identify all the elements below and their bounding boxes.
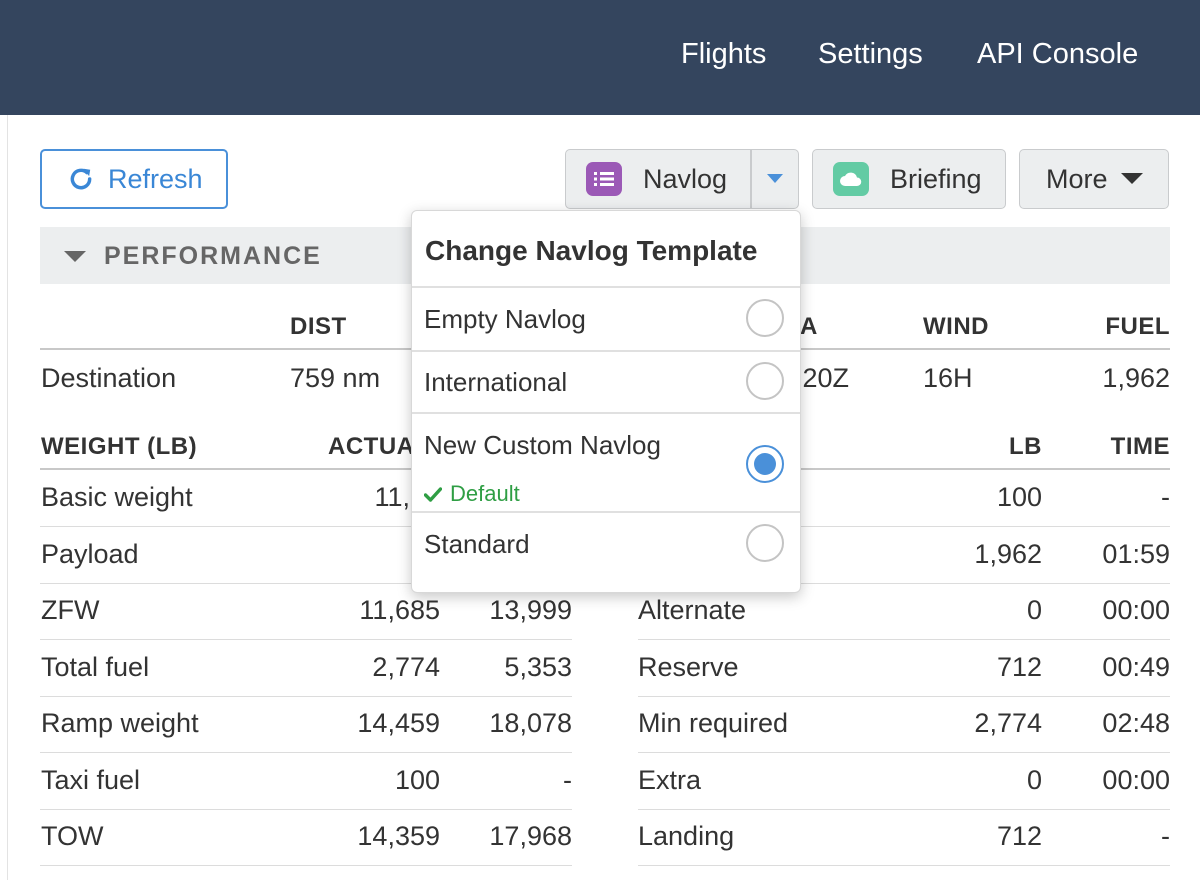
menu-title: Change Navlog Template bbox=[425, 235, 758, 266]
option-radio[interactable] bbox=[746, 524, 784, 562]
weight-row-label: TOW bbox=[41, 821, 104, 851]
check-icon bbox=[424, 486, 442, 502]
more-label: More bbox=[1046, 163, 1108, 194]
weight-row-col1: 14,459 bbox=[357, 708, 440, 738]
fuel-row-time: 01:59 bbox=[1102, 538, 1170, 569]
fuel-row-label: Extra bbox=[638, 764, 702, 795]
destination-fuel: 1,962 bbox=[1102, 363, 1170, 393]
row-divider bbox=[40, 752, 572, 753]
template-option-empty-navlog[interactable]: Empty Navlog bbox=[412, 288, 800, 350]
destination-label: Destination bbox=[41, 363, 177, 393]
weight-row-col2: 13,999 bbox=[489, 595, 572, 625]
list-icon bbox=[586, 162, 622, 196]
row-divider bbox=[40, 865, 572, 866]
option-radio-selected[interactable] bbox=[746, 445, 784, 483]
default-tag-label: Default bbox=[450, 481, 520, 506]
caret-down-icon bbox=[1120, 173, 1143, 184]
weight-row-col1: 14,359 bbox=[357, 821, 440, 851]
nav-flights-link[interactable]: Flights bbox=[681, 38, 766, 71]
fuel-row-time: 00:49 bbox=[1102, 651, 1170, 682]
weight-row-col1: 2,774 bbox=[372, 651, 440, 682]
row-divider bbox=[638, 695, 1170, 697]
fuel-row-label: Alternate bbox=[638, 595, 747, 625]
fuel-row-lb: 2,774 bbox=[974, 708, 1042, 738]
fuel-row-time: - bbox=[1161, 821, 1170, 851]
fuel-header-time: TIME bbox=[1110, 433, 1170, 460]
fuel-row-lb: 712 bbox=[996, 821, 1042, 851]
briefing-button[interactable]: Briefing bbox=[812, 149, 1006, 209]
fuel-row-time: 02:48 bbox=[1102, 708, 1170, 738]
weight-row-col2: 5,353 bbox=[504, 651, 572, 682]
option-radio[interactable] bbox=[746, 362, 784, 400]
briefing-label: Briefing bbox=[890, 163, 982, 194]
col-header-dist: DIST bbox=[290, 313, 347, 340]
performance-title: PERFORMANCE bbox=[104, 242, 322, 270]
weight-header-label: WEIGHT (LB) bbox=[41, 433, 198, 460]
fuel-row-time: 00:00 bbox=[1102, 764, 1170, 795]
row-divider bbox=[638, 808, 1170, 810]
weight-row-label: Payload bbox=[41, 538, 139, 569]
fuel-row-lb: 100 bbox=[996, 482, 1042, 512]
destination-eta: :20Z bbox=[795, 363, 850, 393]
row-divider bbox=[638, 639, 1170, 640]
navlog-button[interactable]: Navlog bbox=[565, 149, 751, 209]
row-divider bbox=[40, 639, 572, 640]
option-radio[interactable] bbox=[746, 299, 784, 337]
fuel-header-lb: LB bbox=[1009, 433, 1042, 460]
row-divider bbox=[638, 865, 1170, 866]
default-tag: Default bbox=[424, 481, 520, 507]
option-label: Standard bbox=[424, 529, 530, 559]
refresh-label: Refresh bbox=[108, 163, 203, 194]
destination-wind: 16H bbox=[923, 363, 973, 393]
navlog-template-toggle[interactable] bbox=[751, 149, 799, 209]
option-label: Empty Navlog bbox=[424, 304, 586, 334]
col-header-wind: WIND bbox=[923, 313, 989, 340]
navlog-label: Navlog bbox=[643, 163, 728, 194]
fuel-row-label: Min required bbox=[638, 708, 789, 738]
fuel-row-time: 00:00 bbox=[1102, 595, 1170, 625]
navlog-template-menu: Change Navlog Template Empty Navlog Inte… bbox=[411, 210, 801, 593]
nav-settings-link[interactable]: Settings bbox=[818, 38, 923, 71]
cloud-icon bbox=[833, 162, 869, 196]
weight-row-col2: - bbox=[563, 764, 572, 795]
row-divider bbox=[40, 808, 572, 810]
fuel-row-lb: 0 bbox=[1026, 764, 1042, 795]
weight-row-label: Total fuel bbox=[41, 651, 150, 682]
weight-row-label: ZFW bbox=[41, 595, 100, 625]
col-header-fuel: FUEL bbox=[1105, 313, 1170, 340]
weight-row-label: Taxi fuel bbox=[41, 764, 141, 795]
refresh-button[interactable]: Refresh bbox=[40, 149, 228, 209]
fuel-row-time: - bbox=[1161, 482, 1170, 512]
fuel-row-lb: 712 bbox=[996, 651, 1042, 682]
more-dropdown-button[interactable]: More bbox=[1019, 149, 1169, 209]
nav-api-console-link[interactable]: API Console bbox=[977, 38, 1138, 71]
row-divider bbox=[638, 752, 1170, 753]
template-option-international[interactable]: International bbox=[412, 352, 800, 412]
weight-header-actual: ACTUA bbox=[328, 433, 415, 460]
template-option-new-custom-navlog[interactable]: New Custom Navlog Default bbox=[412, 414, 800, 511]
option-label: International bbox=[424, 367, 568, 397]
option-label: New Custom Navlog bbox=[424, 430, 661, 460]
fuel-row-lb: 1,962 bbox=[974, 538, 1042, 569]
collapse-triangle-icon[interactable] bbox=[64, 251, 86, 262]
weight-row-col1: 100 bbox=[394, 764, 440, 795]
row-divider bbox=[40, 695, 572, 697]
caret-down-icon bbox=[767, 174, 783, 183]
weight-row-col2: 17,968 bbox=[489, 821, 572, 851]
weight-row-label: Basic weight bbox=[41, 482, 193, 512]
destination-dist: 759 nm bbox=[290, 363, 381, 393]
fuel-row-label: Reserve bbox=[638, 651, 739, 682]
fuel-row-label: Landing bbox=[638, 821, 735, 851]
refresh-icon bbox=[70, 168, 92, 190]
col-header-eta: A bbox=[800, 313, 818, 340]
content-divider bbox=[7, 115, 8, 880]
weight-row-col1: 11,685 bbox=[359, 595, 440, 625]
weight-row-label: Ramp weight bbox=[41, 708, 199, 738]
fuel-row-lb: 0 bbox=[1026, 595, 1042, 625]
template-option-standard[interactable]: Standard bbox=[412, 513, 800, 577]
weight-row-col2: 18,078 bbox=[489, 708, 572, 738]
